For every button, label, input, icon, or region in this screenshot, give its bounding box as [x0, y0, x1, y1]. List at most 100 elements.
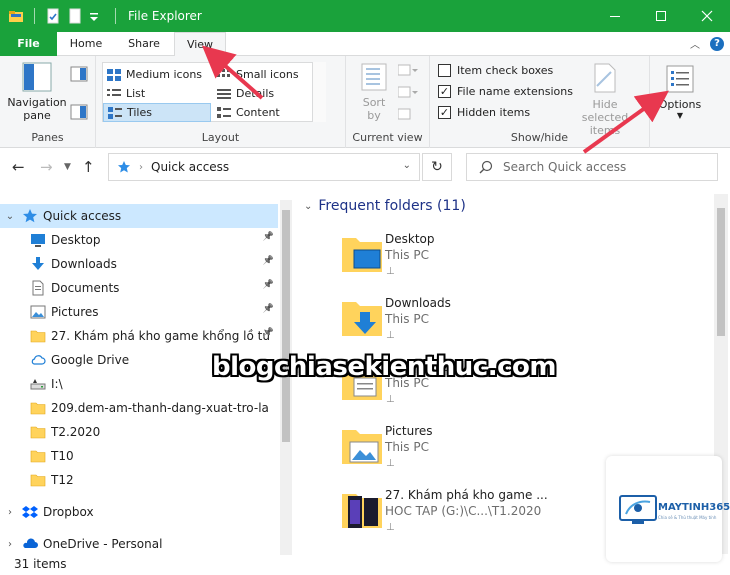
expand-chevron-icon[interactable]: › — [4, 507, 16, 518]
sort-by-button[interactable]: Sort by — [356, 62, 392, 122]
current-view-group: Sort by Current view — [346, 56, 430, 148]
sidebar-item-documents[interactable]: Documents 📌 — [0, 276, 278, 300]
tiles-icon — [108, 106, 122, 119]
layout-tiles[interactable]: Tiles — [103, 103, 211, 122]
chevron-down-icon[interactable] — [89, 8, 105, 24]
folder-icon — [340, 232, 384, 276]
search-box[interactable]: Search Quick access — [466, 153, 718, 181]
tile-location: This PC — [385, 312, 429, 326]
folder-tile[interactable]: Downloads This PC ⊥ — [336, 290, 636, 354]
preview-pane-icon[interactable] — [70, 66, 88, 82]
expand-chevron-icon[interactable]: › — [4, 539, 16, 550]
layout-group-label: Layout — [201, 131, 240, 144]
back-arrow-icon[interactable]: ← — [12, 158, 25, 176]
tile-location: This PC — [385, 440, 429, 454]
pin-icon: ⊥ — [386, 394, 395, 405]
chevron-down-icon[interactable]: ⌄ — [304, 201, 312, 212]
panes-group: Navigation pane Panes — [0, 56, 96, 148]
layout-small-icons[interactable]: Small icons — [213, 65, 313, 84]
sidebar-item-dropbox[interactable]: › Dropbox — [0, 500, 278, 524]
hidden-items-option[interactable]: ✓ Hidden items — [438, 106, 530, 119]
sidebar-item-desktop[interactable]: Desktop 📌 — [0, 228, 278, 252]
navigation-pane-button[interactable]: Navigation pane — [6, 62, 68, 122]
maximize-button[interactable] — [638, 0, 684, 32]
close-button[interactable] — [684, 0, 730, 32]
content-scroll-thumb[interactable] — [717, 208, 725, 336]
expand-chevron-icon[interactable]: ⌄ — [4, 211, 16, 222]
sidebar-item-209-dem-am-thanh-dang-xuat-tro-lai-voi[interactable]: 209.dem-am-thanh-dang-xuat-tro-lai-voi- — [0, 396, 278, 420]
current-view-group-label: Current view — [352, 131, 423, 144]
minimize-button[interactable] — [592, 0, 638, 32]
show-hide-group-label: Show/hide — [510, 131, 569, 144]
small-icons-icon — [217, 68, 230, 77]
forward-arrow-icon[interactable]: → — [40, 158, 53, 176]
pin-icon: 📌 — [262, 232, 274, 242]
close-icon — [701, 10, 713, 22]
layout-details[interactable]: Details — [213, 84, 313, 103]
pin-icon: 📌 — [262, 256, 274, 266]
layout-list[interactable]: List — [103, 84, 211, 103]
sidebar-item-t10[interactable]: T10 — [0, 444, 278, 468]
size-columns-icon[interactable] — [398, 108, 418, 120]
folder-tile[interactable]: Desktop This PC ⊥ — [336, 226, 636, 290]
add-columns-icon[interactable] — [398, 86, 418, 98]
file-name-extensions-checkbox[interactable]: ✓ — [438, 85, 451, 98]
address-bar-row: ← → ▼ ↑ › Quick access ⌄ ↻ Search Quick … — [0, 148, 730, 186]
desktop-icon — [30, 232, 46, 248]
item-check-boxes-checkbox[interactable] — [438, 64, 451, 77]
recent-locations-icon[interactable]: ▼ — [64, 162, 71, 172]
folder-tile[interactable]: 27. Khám phá kho game ... HOC TAP (G:)\C.… — [336, 482, 636, 546]
sidebar-item-pictures[interactable]: Pictures 📌 — [0, 300, 278, 324]
sidebar-item-downloads[interactable]: Downloads 📌 — [0, 252, 278, 276]
sidebar-item-t12[interactable]: T12 — [0, 468, 278, 492]
help-icon[interactable]: ? — [710, 36, 724, 51]
sidebar-item-27-kh-m-ph-kho-game-kh-ng-l-t-fa[interactable]: 27. Khám phá kho game khổng lồ từ Fa 📌 — [0, 324, 278, 348]
frequent-folders-header[interactable]: ⌄ Frequent folders (11) — [304, 198, 466, 214]
sidebar-item-label: T10 — [51, 449, 74, 463]
pin-icon: ⊥ — [386, 330, 395, 341]
details-pane-icon[interactable] — [70, 104, 88, 120]
address-field[interactable]: › Quick access ⌄ — [108, 153, 420, 181]
address-dropdown-icon[interactable]: ⌄ — [403, 160, 411, 171]
navigation-pane-scroll-thumb[interactable] — [282, 210, 290, 442]
item-check-boxes-option[interactable]: Item check boxes — [438, 64, 553, 77]
tile-name: Desktop — [385, 232, 435, 246]
sidebar-item-quick-access[interactable]: ⌄ Quick access — [0, 204, 278, 228]
folder-icon — [30, 400, 46, 416]
hidden-items-checkbox[interactable]: ✓ — [438, 106, 451, 119]
folder-tile[interactable]: Pictures This PC ⊥ — [336, 418, 636, 482]
layout-gallery-scroll[interactable] — [312, 62, 326, 122]
sidebar-item-t2-2020[interactable]: T2.2020 — [0, 420, 278, 444]
group-by-icon[interactable] — [398, 64, 418, 76]
window-title: File Explorer — [128, 9, 202, 23]
folder-icon — [30, 472, 46, 488]
show-hide-group: Item check boxes ✓ File name extensions … — [430, 56, 650, 148]
breadcrumb-chevron-icon[interactable]: › — [139, 162, 143, 173]
tab-share[interactable]: Share — [115, 32, 173, 56]
star-icon — [22, 208, 38, 224]
sidebar-item-label: OneDrive - Personal — [43, 537, 163, 551]
search-icon — [479, 160, 493, 174]
drive-icon — [30, 376, 46, 392]
sidebar-item-label: T2.2020 — [51, 425, 101, 439]
new-folder-icon[interactable] — [67, 8, 83, 24]
ribbon-collapse-icon[interactable]: ︿ — [690, 36, 700, 51]
tab-home[interactable]: Home — [57, 32, 115, 56]
options-dropdown-icon[interactable]: ▼ — [654, 111, 706, 121]
sidebar-item-label: Pictures — [51, 305, 99, 319]
up-arrow-icon[interactable]: ↑ — [82, 158, 95, 176]
layout-medium-icons[interactable]: Medium icons — [103, 65, 211, 84]
options-button[interactable]: Options ▼ — [654, 64, 706, 121]
pin-icon: ⊥ — [386, 522, 395, 533]
refresh-button[interactable]: ↻ — [422, 153, 452, 181]
properties-icon[interactable] — [45, 8, 61, 24]
sidebar-item-onedrive-personal[interactable]: › OneDrive - Personal — [0, 532, 278, 555]
watermark-text: blogchiasekienthuc.com — [212, 352, 556, 382]
sort-icon — [361, 63, 387, 91]
hide-selected-items-button[interactable]: Hide selected items — [572, 62, 638, 137]
layout-content[interactable]: Content — [213, 103, 313, 122]
tab-view[interactable]: View — [174, 32, 226, 57]
file-name-extensions-option[interactable]: ✓ File name extensions — [438, 85, 573, 98]
hide-selected-icon — [594, 63, 616, 93]
tab-file[interactable]: File — [0, 32, 57, 56]
